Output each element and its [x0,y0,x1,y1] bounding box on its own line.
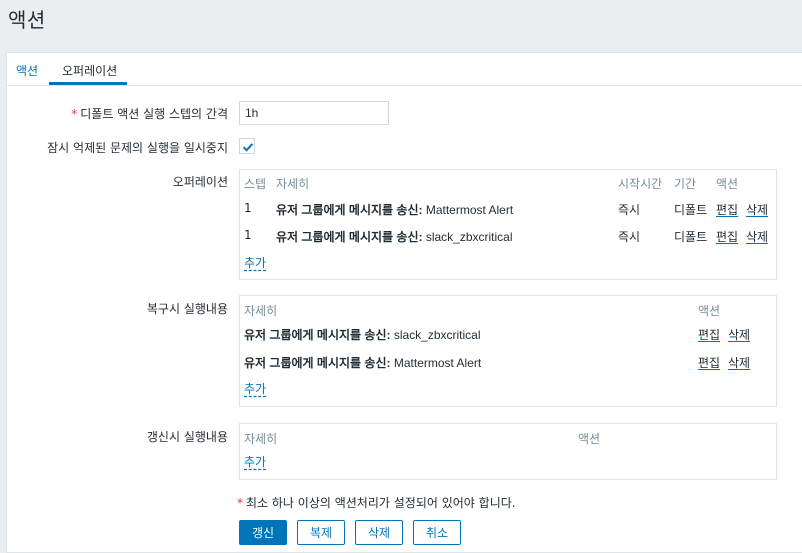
edit-link[interactable]: 편집 [716,201,738,218]
header-action: 액션 [716,177,739,191]
requirement-note: * 최소 하나 이상의 액션처리가 설정되어 있어야 합니다. [237,496,516,510]
active-tab-indicator [49,82,127,85]
remove-link[interactable]: 삭제 [746,228,768,245]
required-asterisk: * [237,496,243,510]
operations-table: 스텝 자세히 시작시간 기간 액션 1 유저 그룹에게 메시지를 송신: Mat… [239,169,777,280]
row-details: 유저 그룹에게 메시지를 송신: Mattermost Alert [276,203,514,217]
update-operations-label: 갱신시 실행내용 [146,430,228,444]
tab-operations[interactable]: 오퍼레이션 [62,62,117,79]
row-step: 1 [244,228,252,242]
update-button[interactable]: 갱신 [239,520,287,545]
action-form-card: 액션 오퍼레이션 *디폴트 액션 실행 스텝의 간격 잠시 억제된 문제의 실행… [6,52,802,553]
header-duration: 기간 [674,177,697,191]
recovery-operations-table: 자세히 액션 유저 그룹에게 메시지를 송신: slack_zbxcritica… [239,295,777,407]
edit-link[interactable]: 편집 [698,354,720,371]
row-duration: 디폴트 [674,203,708,217]
recovery-operations-label: 복구시 실행내용 [146,302,228,316]
header-start-in: 시작시간 [618,177,663,191]
edit-link[interactable]: 편집 [698,326,720,343]
tab-action[interactable]: 액션 [16,62,38,79]
header-details: 자세히 [244,432,278,446]
row-details: 유저 그룹에게 메시지를 송신: Mattermost Alert [244,356,482,370]
update-operations-table: 자세히 액션 추가 [239,423,777,480]
header-details: 자세히 [276,177,310,191]
row-step: 1 [244,201,252,215]
page-title: 액션 [8,8,46,32]
checkmark-icon [242,143,254,152]
header-action: 액션 [698,304,721,318]
header-action: 액션 [578,432,601,446]
header-details: 자세히 [244,304,278,318]
row-details: 유저 그룹에게 메시지를 송신: slack_zbxcritical [244,328,481,342]
row-start-in: 즉시 [618,203,641,217]
delete-button[interactable]: 삭제 [355,520,403,545]
pause-suppressed-checkbox[interactable] [239,138,255,154]
add-recovery-operation-link[interactable]: 추가 [244,380,266,397]
remove-link[interactable]: 삭제 [728,354,750,371]
tab-bar: 액션 오퍼레이션 [7,53,802,86]
add-operation-link[interactable]: 추가 [244,254,266,271]
remove-link[interactable]: 삭제 [746,201,768,218]
cancel-button[interactable]: 취소 [413,520,461,545]
step-duration-label: * 디폴트 액션 실행 스텝의 간격 [71,107,228,121]
clone-button[interactable]: 복제 [297,520,345,545]
edit-link[interactable]: 편집 [716,228,738,245]
row-start-in: 즉시 [618,230,641,244]
operations-label: 오퍼레이션 [172,175,228,189]
remove-link[interactable]: 삭제 [728,326,750,343]
row-duration: 디폴트 [674,230,708,244]
add-update-operation-link[interactable]: 추가 [244,453,266,470]
step-duration-input[interactable] [239,101,389,125]
row-details: 유저 그룹에게 메시지를 송신: slack_zbxcritical [276,230,513,244]
header-step: 스텝 [244,177,267,191]
pause-suppressed-label: 잠시 억제된 문제의 실행을 일시중지 [47,141,228,155]
required-asterisk: * [71,107,78,121]
